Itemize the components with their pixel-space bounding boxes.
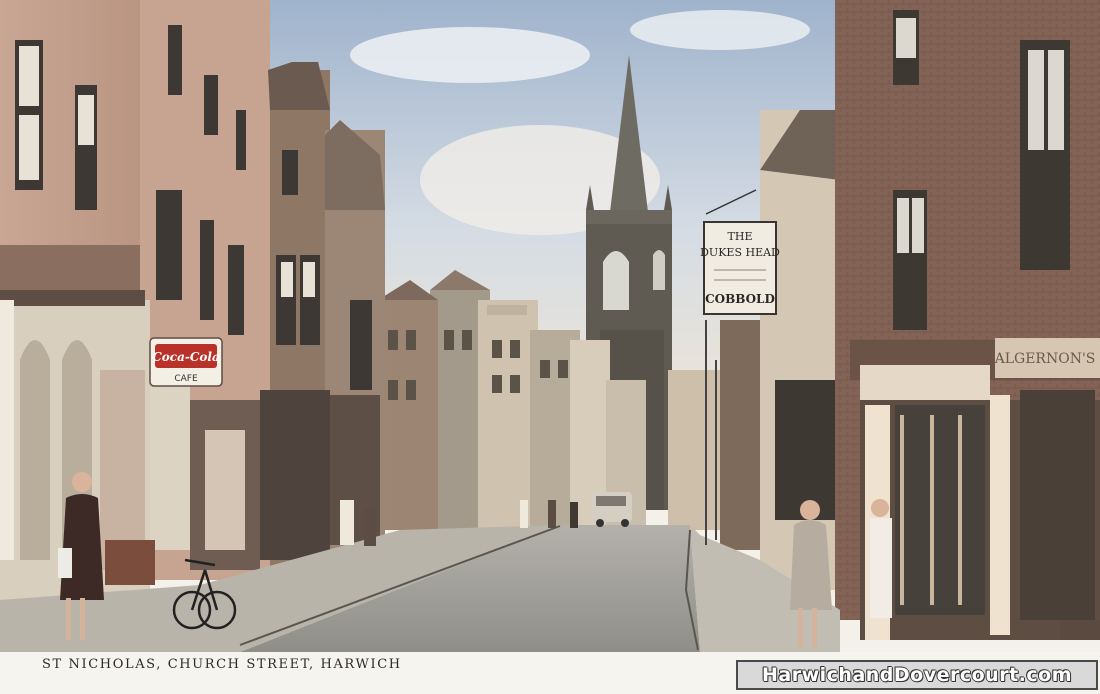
postcard: Coca-Cola CAFE THE DUKES HEAD COBBOLD AL… (0, 0, 1100, 694)
left-buildings (0, 0, 385, 600)
cloud (630, 10, 810, 50)
shop-fascia-text: ALGERNON'S (994, 351, 1096, 367)
cafe-text: CAFE (174, 374, 198, 384)
pub-the-text: THE (728, 230, 753, 243)
cocacola-cafe-sign: Coca-Cola CAFE (149, 337, 223, 387)
cafe-brand-text: Coca-Cola (152, 350, 220, 364)
street-photo: Coca-Cola CAFE THE DUKES HEAD COBBOLD AL… (0, 0, 1100, 652)
pub-name-text: DUKES HEAD (700, 246, 780, 259)
website-watermark: HarwichandDovercourt.com (736, 660, 1098, 690)
van (592, 492, 632, 527)
cloud (350, 27, 590, 83)
postcard-caption: ST NICHOLAS, CHURCH STREET, HARWICH (42, 657, 402, 672)
pub-brewery-text: COBBOLD (705, 292, 775, 306)
